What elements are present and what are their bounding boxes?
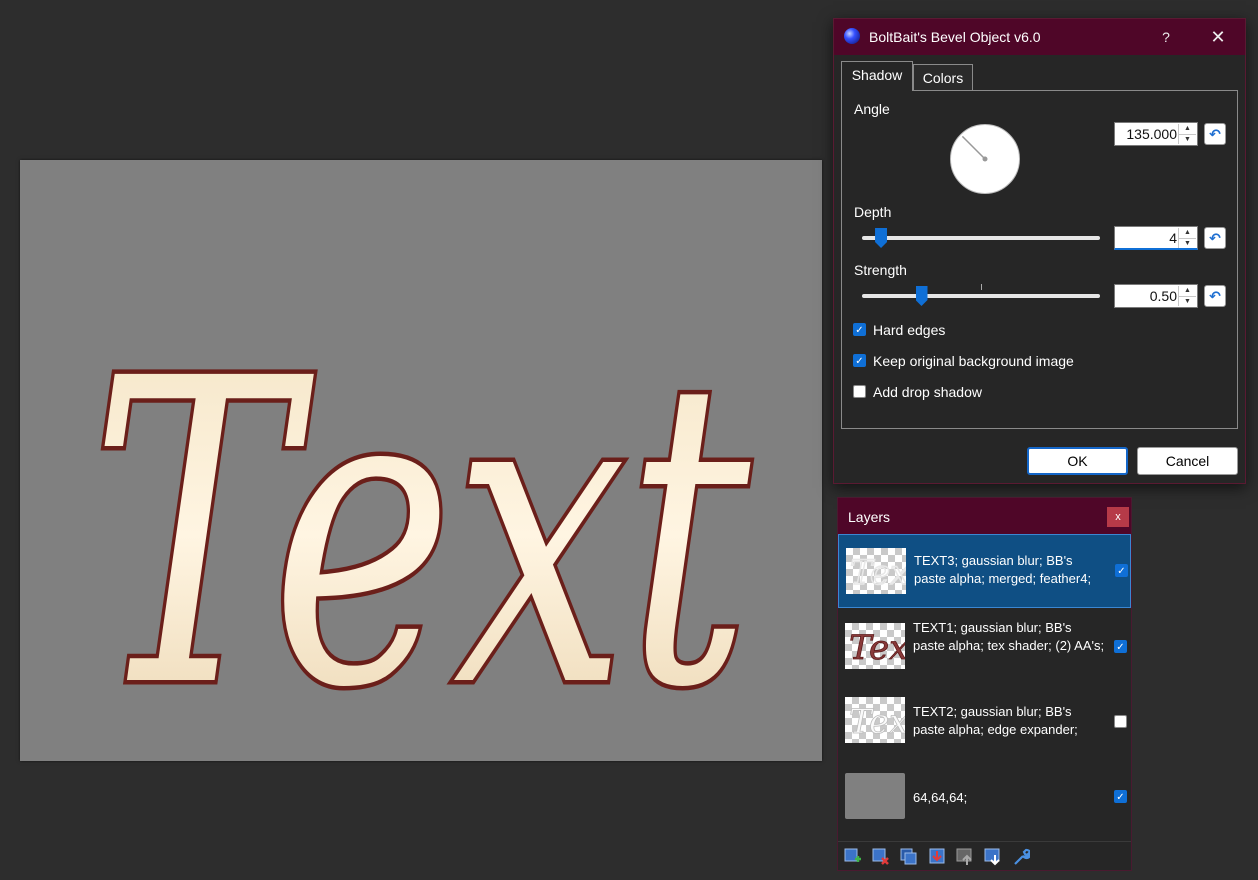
shadow-tab-panel: Angle 135.000 ▲ ▼ ↶ Depth 4 ▲ ▼ ↶ Strength…: [841, 90, 1238, 429]
cancel-button[interactable]: Cancel: [1137, 447, 1238, 475]
layer-visibility-checkbox[interactable]: ✓: [1114, 790, 1127, 803]
add-layer-icon[interactable]: [844, 848, 862, 866]
keep-background-label: Keep original background image: [873, 353, 1074, 369]
layers-toolbar: [838, 841, 1131, 872]
tab-shadow[interactable]: Shadow: [841, 61, 913, 91]
layer-thumbnail-art: Text: [849, 702, 905, 743]
strength-label: Strength: [854, 262, 907, 278]
spin-up-icon[interactable]: ▲: [1179, 124, 1196, 135]
layer-name: TEXT2; gaussian blur; BB's paste alpha; …: [913, 704, 1078, 737]
depth-reset-button[interactable]: ↶: [1204, 227, 1226, 249]
depth-slider-thumb[interactable]: [875, 228, 888, 248]
canvas-text: Text: [90, 291, 751, 761]
thumb-text: Text: [849, 702, 905, 742]
layer-name: TEXT3; gaussian blur; BB's paste alpha; …: [914, 553, 1092, 586]
strength-reset-button[interactable]: ↶: [1204, 285, 1226, 307]
layer-thumbnail-art: Text: [849, 552, 906, 594]
angle-reset-button[interactable]: ↶: [1204, 123, 1226, 145]
layer-properties-icon[interactable]: [1012, 848, 1030, 866]
move-down-icon[interactable]: [984, 848, 1002, 866]
depth-slider[interactable]: [862, 228, 1100, 248]
layers-title: Layers: [848, 509, 891, 525]
spin-down-icon[interactable]: ▼: [1179, 297, 1196, 307]
tab-colors[interactable]: Colors: [913, 64, 973, 91]
delete-layer-icon[interactable]: [872, 848, 890, 866]
angle-label: Angle: [854, 101, 890, 117]
thumb-text: Text: [849, 628, 905, 668]
layer-visibility-checkbox[interactable]: [1114, 715, 1127, 728]
angle-value: 135.000: [1126, 126, 1177, 142]
ok-button[interactable]: OK: [1027, 447, 1128, 475]
layer-thumbnail: Text: [845, 697, 905, 743]
layer-row[interactable]: Text TEXT1; gaussian blur; BB's paste al…: [838, 609, 1131, 683]
strength-spin-arrows[interactable]: ▲ ▼: [1178, 286, 1196, 306]
merge-down-icon[interactable]: [928, 848, 946, 866]
bevel-text-artwork: Text: [86, 287, 756, 762]
angle-spinbox[interactable]: 135.000 ▲ ▼: [1114, 122, 1198, 146]
depth-label: Depth: [854, 204, 892, 220]
depth-spin-arrows[interactable]: ▲ ▼: [1178, 228, 1196, 248]
angle-dial[interactable]: [950, 124, 1020, 194]
angle-spin-arrows[interactable]: ▲ ▼: [1178, 124, 1196, 144]
app-orb-icon: [844, 28, 860, 44]
spin-down-icon[interactable]: ▼: [1179, 239, 1196, 249]
strength-slider-tick: [981, 284, 982, 290]
layer-thumbnail-art: Text: [849, 628, 905, 669]
checkbox-box[interactable]: ✓: [853, 354, 866, 367]
layer-row[interactable]: 64,64,64; ✓: [838, 759, 1131, 833]
layers-close-button[interactable]: x: [1107, 507, 1129, 527]
angle-needle-icon: [961, 135, 988, 162]
duplicate-layer-icon[interactable]: [900, 848, 918, 866]
image-canvas[interactable]: Text: [20, 160, 822, 761]
layer-row[interactable]: Text TEXT3; gaussian blur; BB's paste al…: [838, 534, 1131, 608]
layer-name: TEXT1; gaussian blur; BB's paste alpha; …: [913, 620, 1105, 653]
drop-shadow-label: Add drop shadow: [873, 384, 982, 400]
thumb-text: Text: [850, 553, 906, 593]
layer-thumbnail: Text: [845, 623, 905, 669]
close-button[interactable]: ✕: [1206, 26, 1230, 48]
depth-value: 4: [1169, 230, 1177, 246]
layer-row[interactable]: Text TEXT2; gaussian blur; BB's paste al…: [838, 684, 1131, 758]
layer-thumbnail: Text: [846, 548, 906, 594]
layer-name: 64,64,64;: [913, 790, 968, 805]
layer-thumbnail: [845, 773, 905, 819]
strength-spinbox[interactable]: 0.50 ▲ ▼: [1114, 284, 1198, 308]
layers-titlebar[interactable]: Layers x: [838, 498, 1131, 535]
strength-value: 0.50: [1149, 288, 1177, 304]
spin-up-icon[interactable]: ▲: [1179, 286, 1196, 297]
help-button[interactable]: ?: [1154, 26, 1178, 48]
spin-up-icon[interactable]: ▲: [1179, 228, 1196, 239]
layer-visibility-checkbox[interactable]: ✓: [1114, 640, 1127, 653]
hard-edges-label: Hard edges: [873, 322, 946, 338]
dialog-title: BoltBait's Bevel Object v6.0: [869, 29, 1041, 45]
layers-panel: Layers x Text TEXT3; gaussian blur; BB's…: [837, 497, 1132, 871]
depth-spinbox[interactable]: 4 ▲ ▼: [1114, 226, 1198, 250]
strength-slider[interactable]: [862, 284, 1100, 306]
layer-visibility-checkbox[interactable]: ✓: [1115, 564, 1128, 577]
checkbox-box[interactable]: ✓: [853, 323, 866, 336]
strength-slider-thumb[interactable]: [915, 286, 928, 306]
move-up-icon[interactable]: [956, 848, 974, 866]
checkbox-box[interactable]: [853, 385, 866, 398]
spin-down-icon[interactable]: ▼: [1179, 135, 1196, 145]
bevel-object-dialog: BoltBait's Bevel Object v6.0 ? ✕ Shadow …: [833, 18, 1246, 484]
dialog-titlebar[interactable]: BoltBait's Bevel Object v6.0 ? ✕: [834, 19, 1245, 55]
